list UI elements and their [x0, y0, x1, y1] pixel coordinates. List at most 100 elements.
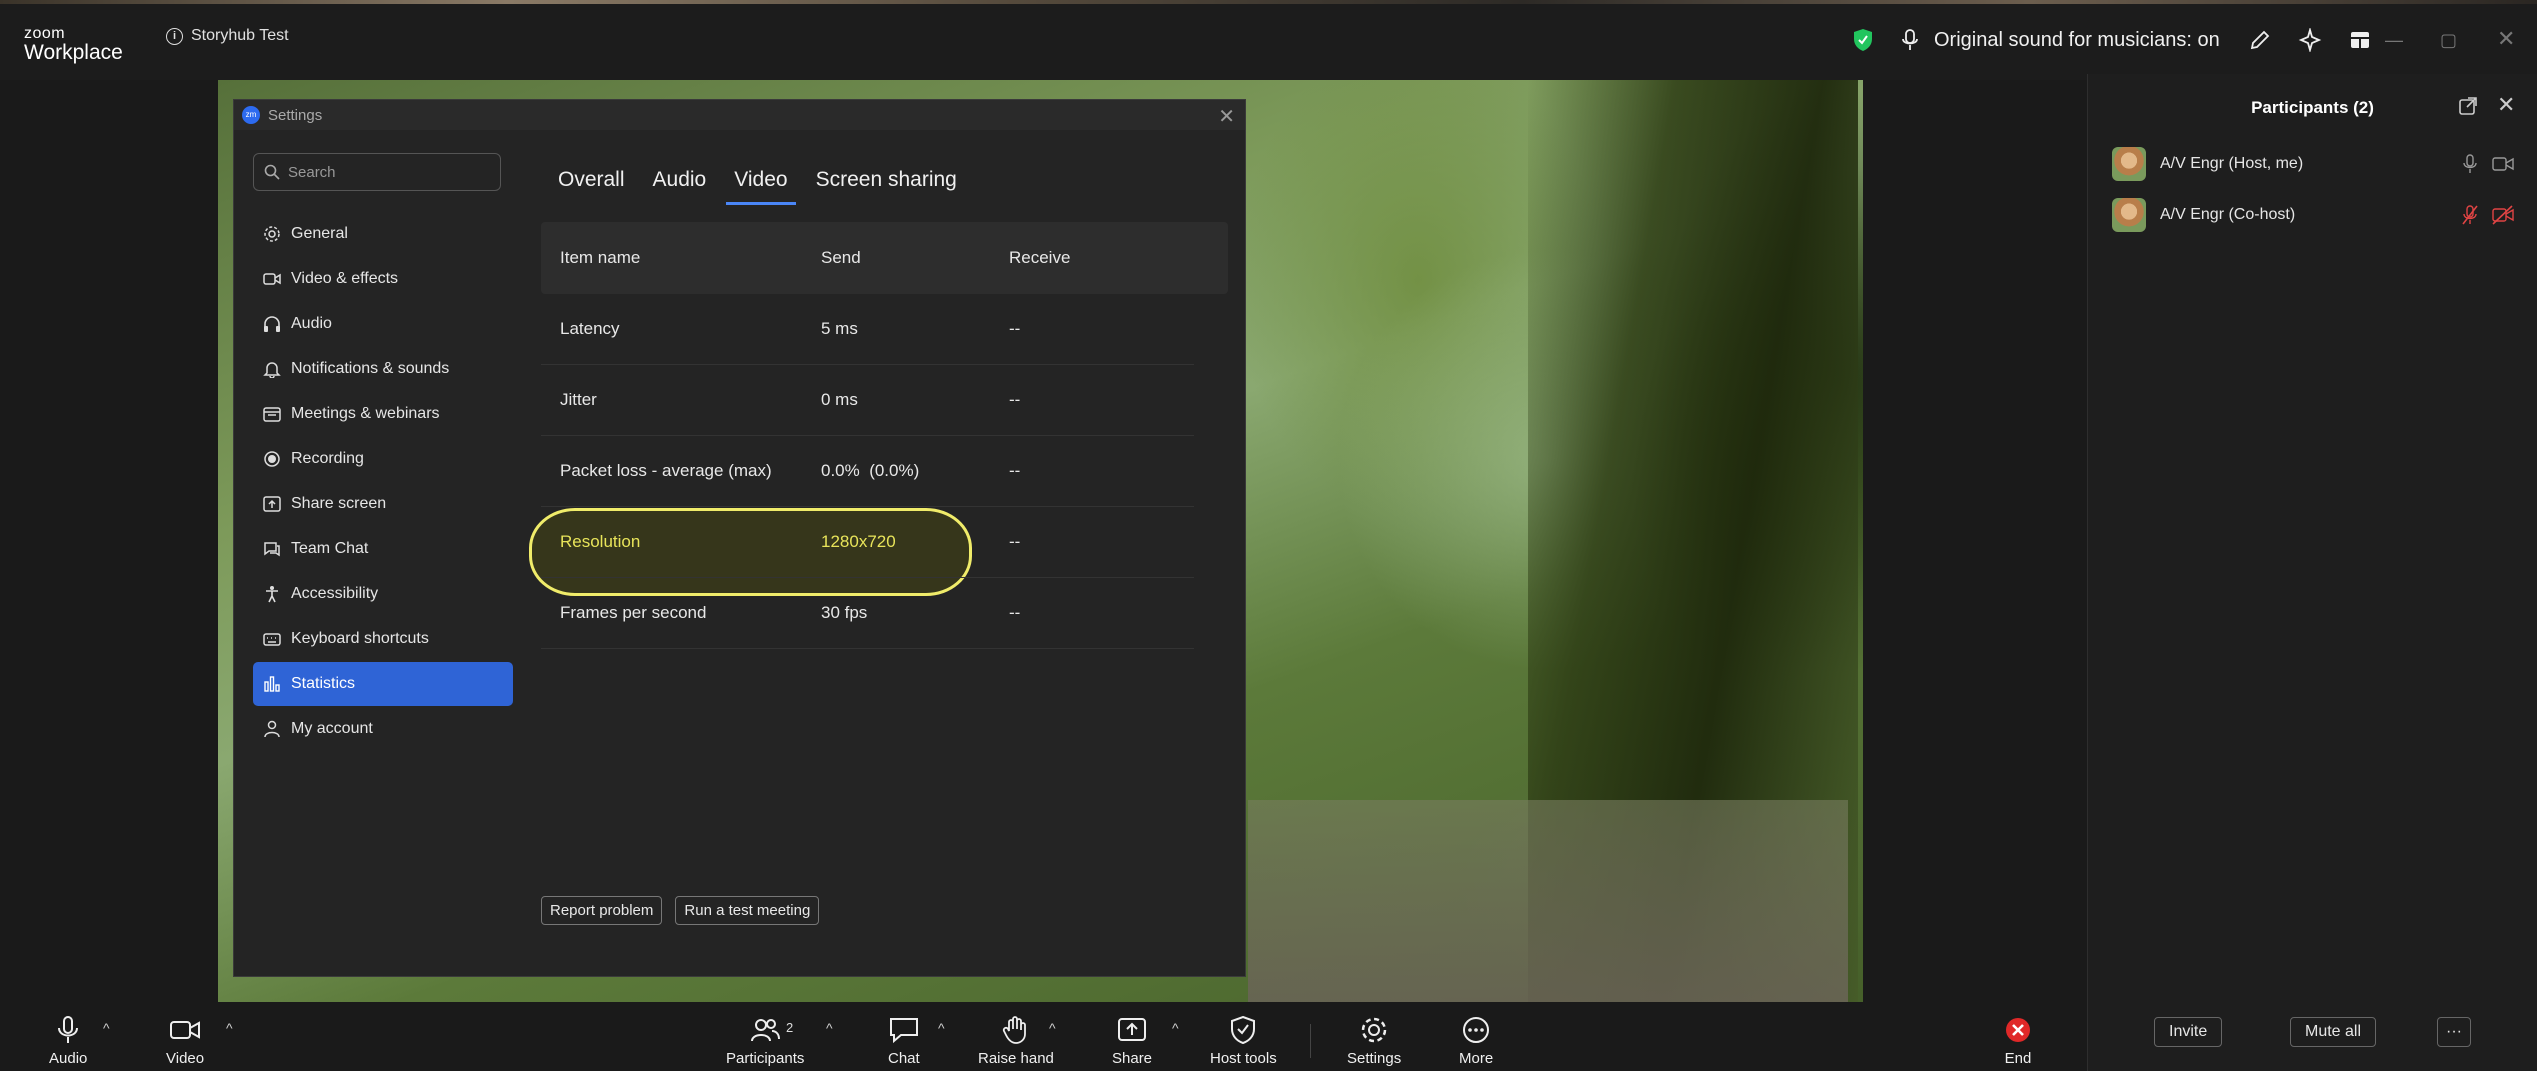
more-button[interactable]: More	[1459, 1016, 1493, 1067]
cell-item: Packet loss - average (max)	[560, 461, 772, 480]
video-off-icon[interactable]	[2492, 205, 2514, 225]
view-layout-icon[interactable]	[2348, 28, 2372, 52]
participants-panel-footer: Invite Mute all ···	[2088, 1017, 2537, 1057]
cell-send: 0.0% (0.0%)	[821, 461, 920, 480]
participants-icon	[751, 1019, 781, 1042]
settings-button[interactable]: Settings	[1347, 1016, 1401, 1067]
statistics-table: Item name Send Receive Latency 5 ms -- J…	[541, 222, 1228, 649]
mute-all-button[interactable]: Mute all	[2290, 1017, 2377, 1047]
tab-video[interactable]: Video	[726, 160, 796, 205]
nav-label: Recording	[291, 450, 364, 467]
video-options-chevron-icon[interactable]: ^	[226, 1020, 233, 1036]
keyboard-icon	[263, 633, 281, 646]
nav-item-video-effects[interactable]: Video & effects	[253, 257, 513, 301]
nav-item-general[interactable]: General	[253, 212, 513, 256]
audio-options-chevron-icon[interactable]: ^	[103, 1020, 110, 1036]
user-icon	[264, 720, 280, 738]
settings-close-button[interactable]: ✕	[1218, 104, 1235, 129]
nav-label: Team Chat	[291, 540, 369, 557]
minimize-button[interactable]: —	[2385, 30, 2403, 51]
end-call-icon	[2006, 1018, 2030, 1042]
nav-item-share-screen[interactable]: Share screen	[253, 482, 513, 526]
meeting-name: Storyhub Test	[191, 27, 289, 44]
encryption-shield-icon[interactable]	[1852, 28, 1874, 52]
share-label: Share	[1112, 1050, 1153, 1067]
microphone-music-icon	[1902, 29, 1918, 50]
settings-titlebar: zm Settings	[234, 100, 1245, 130]
cell-item: Frames per second	[560, 603, 707, 622]
table-row-jitter: Jitter 0 ms --	[541, 365, 1194, 436]
search-input[interactable]	[288, 163, 488, 181]
calendar-icon	[263, 407, 281, 422]
microphone-icon[interactable]	[2462, 154, 2478, 174]
nav-label: Share screen	[291, 495, 387, 512]
cell-send: 30 fps	[821, 603, 868, 622]
nav-item-my-account[interactable]: My account	[253, 707, 513, 751]
more-options-button[interactable]: ···	[2437, 1017, 2471, 1047]
annotate-pencil-icon[interactable]	[2248, 28, 2272, 52]
original-sound-toggle[interactable]: Original sound for musicians: on	[1900, 28, 2220, 52]
maximize-button[interactable]: ▢	[2440, 30, 2457, 51]
raise-hand-label: Raise hand	[978, 1050, 1054, 1067]
end-meeting-button[interactable]: End	[2003, 1016, 2033, 1067]
microphone-icon	[58, 1016, 79, 1043]
tab-audio[interactable]: Audio	[645, 160, 715, 205]
report-problem-button[interactable]: Report problem	[541, 896, 663, 925]
ai-companion-sparkle-icon[interactable]	[2298, 28, 2322, 52]
chat-icon	[889, 1018, 918, 1044]
audio-button[interactable]: Audio	[49, 1016, 87, 1067]
video-camera-icon	[263, 273, 281, 285]
tab-overall[interactable]: Overall	[550, 160, 633, 205]
cell-item: Latency	[560, 319, 620, 338]
video-camera-icon[interactable]	[2492, 154, 2514, 174]
nav-item-team-chat[interactable]: Team Chat	[253, 527, 513, 571]
headphones-icon	[264, 316, 280, 332]
zoom-workplace-logo: zoom Workplace	[24, 26, 123, 64]
nav-item-statistics[interactable]: Statistics	[253, 662, 513, 706]
participants-options-chevron-icon[interactable]: ^	[826, 1020, 833, 1036]
share-button[interactable]: Share	[1112, 1016, 1152, 1067]
title-bar: zoom Workplace i Storyhub Test Original …	[0, 0, 2537, 80]
close-panel-button[interactable]: ✕	[2497, 92, 2515, 118]
participant-controls	[2462, 154, 2514, 174]
meeting-info-button[interactable]: i Storyhub Test	[166, 27, 289, 45]
cell-receive: --	[1009, 461, 1021, 480]
nav-item-accessibility[interactable]: Accessibility	[253, 572, 513, 616]
participant-row[interactable]: A/V Engr (Host, me)	[2112, 142, 2522, 186]
chat-label: Chat	[888, 1050, 920, 1067]
audio-label: Audio	[49, 1050, 88, 1067]
tab-screen-sharing[interactable]: Screen sharing	[808, 160, 965, 205]
host-tools-button[interactable]: Host tools	[1210, 1016, 1277, 1067]
participant-row[interactable]: A/V Engr (Co-host)	[2112, 193, 2522, 237]
cell-item: Jitter	[560, 390, 597, 409]
raise-hand-button[interactable]: Raise hand	[978, 1016, 1054, 1067]
pop-out-icon[interactable]	[2458, 96, 2478, 116]
nav-item-keyboard-shortcuts[interactable]: Keyboard shortcuts	[253, 617, 513, 661]
title-strip	[0, 0, 2537, 4]
nav-label: Statistics	[291, 675, 356, 692]
nav-item-audio[interactable]: Audio	[253, 302, 513, 346]
share-options-chevron-icon[interactable]: ^	[1172, 1020, 1179, 1036]
invite-button[interactable]: Invite	[2154, 1017, 2223, 1047]
video-label: Video	[166, 1050, 205, 1067]
header-receive: Receive	[1009, 248, 1071, 267]
chat-button[interactable]: Chat	[888, 1016, 920, 1067]
nav-item-notifications[interactable]: Notifications & sounds	[253, 347, 513, 391]
nav-item-meetings-webinars[interactable]: Meetings & webinars	[253, 392, 513, 436]
avatar	[2112, 198, 2146, 232]
close-window-button[interactable]: ✕	[2497, 26, 2515, 52]
chat-options-chevron-icon[interactable]: ^	[938, 1020, 945, 1036]
end-label: End	[2004, 1050, 2032, 1067]
share-screen-icon	[263, 496, 281, 512]
table-header: Item name Send Receive	[541, 222, 1228, 294]
microphone-muted-icon[interactable]	[2462, 205, 2478, 225]
run-test-meeting-button[interactable]: Run a test meeting	[675, 896, 820, 925]
nav-item-recording[interactable]: Recording	[253, 437, 513, 481]
reactions-chevron-icon[interactable]: ^	[1049, 1020, 1056, 1036]
participants-panel: Participants (2) ✕ A/V Engr (Host, me) A…	[2087, 74, 2537, 1071]
settings-search[interactable]	[253, 153, 501, 191]
video-button[interactable]: Video	[166, 1016, 204, 1067]
cell-receive: --	[1009, 390, 1021, 409]
nav-label: My account	[291, 720, 373, 737]
cell-receive: --	[1009, 319, 1021, 338]
